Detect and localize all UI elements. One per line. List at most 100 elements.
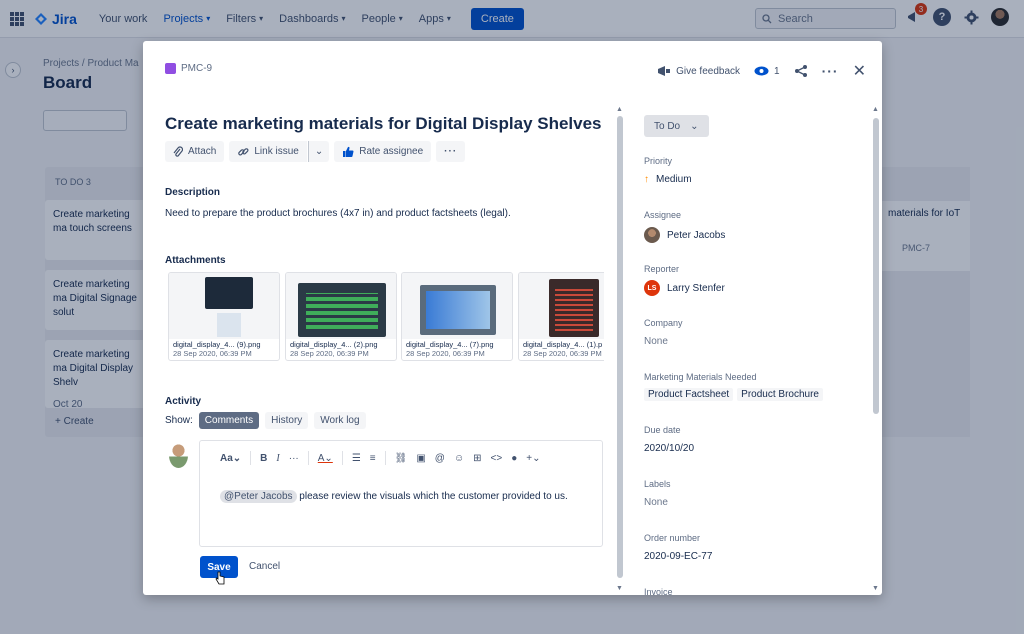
table-icon[interactable]: ⊞	[473, 453, 481, 464]
attachments-strip: digital_display_4... (9).png 28 Sep 2020…	[168, 272, 604, 361]
scroll-up-icon[interactable]: ▲	[872, 106, 879, 113]
scroll-down-icon[interactable]: ▼	[616, 585, 623, 592]
attachment-name: digital_display_4... (2).png	[290, 340, 378, 349]
italic-icon[interactable]: I	[276, 453, 279, 464]
issue-toolbar: Attach Link issue ⌄ Rate assignee ···	[165, 141, 466, 162]
scroll-down-icon[interactable]: ▼	[872, 585, 879, 592]
chevron-down-icon: ⌄	[314, 146, 324, 157]
right-scrollbar[interactable]: ▲ ▼	[870, 106, 882, 592]
issue-title[interactable]: Create marketing materials for Digital D…	[165, 114, 602, 134]
attachment-date: 28 Sep 2020, 06:39 PM	[523, 349, 602, 358]
due-date-label: Due date	[644, 425, 681, 435]
due-date-value[interactable]: 2020/10/20	[644, 443, 694, 454]
arrow-up-icon: ↑	[644, 174, 649, 185]
comment-content: @Peter Jacobs please review the visuals …	[220, 490, 568, 503]
more-actions-icon[interactable]: ···	[822, 63, 839, 79]
assignee-field[interactable]: Peter Jacobs	[644, 227, 725, 243]
attach-label: Attach	[188, 146, 217, 157]
reporter-field[interactable]: LS Larry Stenfer	[644, 280, 725, 296]
priority-label: Priority	[644, 156, 673, 166]
bullet-list-icon[interactable]: ☰	[352, 453, 361, 464]
image-icon[interactable]: ▣	[416, 453, 425, 464]
chevron-down-icon: ⌄	[690, 120, 699, 132]
reporter-label: Reporter	[644, 264, 680, 274]
text-style-dropdown[interactable]: Aa⌄	[220, 453, 241, 464]
more-icon[interactable]: ···	[436, 141, 466, 162]
attachment-card[interactable]: digital_display_4... (7).png 28 Sep 2020…	[401, 272, 513, 361]
give-feedback-button[interactable]: Give feedback	[657, 65, 740, 77]
status-label: To Do	[654, 120, 681, 132]
attachment-card[interactable]: digital_display_4... (1).p 28 Sep 2020, …	[518, 272, 604, 361]
tab-history[interactable]: History	[265, 412, 309, 429]
thumbs-up-icon	[343, 146, 354, 157]
order-number-value[interactable]: 2020-09-EC-77	[644, 551, 712, 562]
rate-assignee-label: Rate assignee	[359, 146, 424, 157]
link-icon[interactable]: ⛓	[395, 453, 408, 464]
eye-icon	[754, 66, 769, 76]
scrollbar-thumb[interactable]	[873, 118, 879, 414]
link-issue-label: Link issue	[254, 146, 299, 157]
labels-value[interactable]: None	[644, 497, 668, 508]
tab-comments[interactable]: Comments	[198, 412, 260, 429]
description-text[interactable]: Need to prepare the product brochures (4…	[165, 208, 511, 219]
comment-editor[interactable]: Aa⌄ B I ··· A⌄ ☰ ≡ ⛓ ▣ @ ☺ ⊞ <> ● +⌄ @Pe…	[199, 440, 603, 547]
attach-button[interactable]: Attach	[165, 141, 225, 162]
marketing-materials-field[interactable]: Product Factsheet Product Brochure	[644, 388, 823, 401]
attachment-thumbnail	[519, 273, 604, 339]
priority-value: Medium	[656, 174, 692, 185]
order-number-label: Order number	[644, 533, 701, 543]
divider	[384, 451, 386, 465]
rate-assignee-button[interactable]: Rate assignee	[334, 141, 432, 162]
info-icon[interactable]: ●	[511, 453, 517, 464]
attachments-label: Attachments	[165, 255, 226, 266]
mention-icon[interactable]: @	[435, 453, 445, 464]
insert-more-icon[interactable]: +⌄	[526, 453, 540, 464]
emoji-icon[interactable]: ☺	[454, 453, 464, 464]
link-issue-dropdown[interactable]: ⌄	[307, 141, 330, 162]
give-feedback-label: Give feedback	[676, 65, 741, 77]
scrollbar-thumb[interactable]	[617, 116, 623, 578]
attachment-date: 28 Sep 2020, 06:39 PM	[173, 349, 252, 358]
current-user-avatar	[169, 443, 188, 468]
comment-text: please review the visuals which the cust…	[299, 491, 568, 502]
marketing-tag: Product Factsheet	[644, 388, 734, 401]
attachment-thumbnail	[169, 273, 279, 339]
priority-field[interactable]: ↑ Medium	[644, 174, 692, 185]
more-formatting-icon[interactable]: ···	[289, 453, 299, 464]
watch-count: 1	[774, 65, 780, 77]
marketing-materials-label: Marketing Materials Needed	[644, 372, 757, 382]
company-label: Company	[644, 318, 683, 328]
marketing-tag: Product Brochure	[737, 388, 823, 401]
cancel-button[interactable]: Cancel	[249, 561, 280, 572]
close-icon[interactable]: ✕	[853, 61, 866, 81]
link-issue-button[interactable]: Link issue	[229, 141, 307, 162]
code-icon[interactable]: <>	[491, 453, 503, 464]
attachment-name: digital_display_4... (7).png	[406, 340, 494, 349]
left-scrollbar[interactable]: ▲ ▼	[614, 106, 626, 592]
mention-chip[interactable]: @Peter Jacobs	[220, 490, 297, 503]
text-color-icon[interactable]: A⌄	[318, 453, 333, 464]
invoice-label: Invoice	[644, 587, 673, 597]
attachment-name: digital_display_4... (1).p	[523, 340, 603, 349]
assignee-avatar	[644, 227, 660, 243]
divider	[307, 451, 309, 465]
bold-icon[interactable]: B	[260, 453, 267, 464]
megaphone-icon	[658, 66, 671, 76]
watch-button[interactable]: 1	[754, 66, 780, 77]
attachment-thumbnail	[402, 273, 512, 339]
share-icon[interactable]	[794, 64, 808, 78]
attachment-card[interactable]: digital_display_4... (2).png 28 Sep 2020…	[285, 272, 397, 361]
assignee-label: Assignee	[644, 210, 682, 220]
activity-label: Activity	[165, 396, 202, 407]
show-label: Show:	[165, 415, 193, 426]
assignee-value: Peter Jacobs	[667, 229, 726, 241]
editor-toolbar: Aa⌄ B I ··· A⌄ ☰ ≡ ⛓ ▣ @ ☺ ⊞ <> ● +⌄	[220, 451, 541, 465]
status-dropdown[interactable]: To Do ⌄	[644, 115, 709, 137]
attachment-card[interactable]: digital_display_4... (9).png 28 Sep 2020…	[168, 272, 280, 361]
scroll-up-icon[interactable]: ▲	[616, 106, 623, 113]
issue-key[interactable]: PMC-9	[165, 63, 212, 74]
divider	[341, 451, 343, 465]
tab-work-log[interactable]: Work log	[314, 412, 366, 429]
company-value[interactable]: None	[644, 336, 668, 347]
numbered-list-icon[interactable]: ≡	[370, 453, 376, 464]
